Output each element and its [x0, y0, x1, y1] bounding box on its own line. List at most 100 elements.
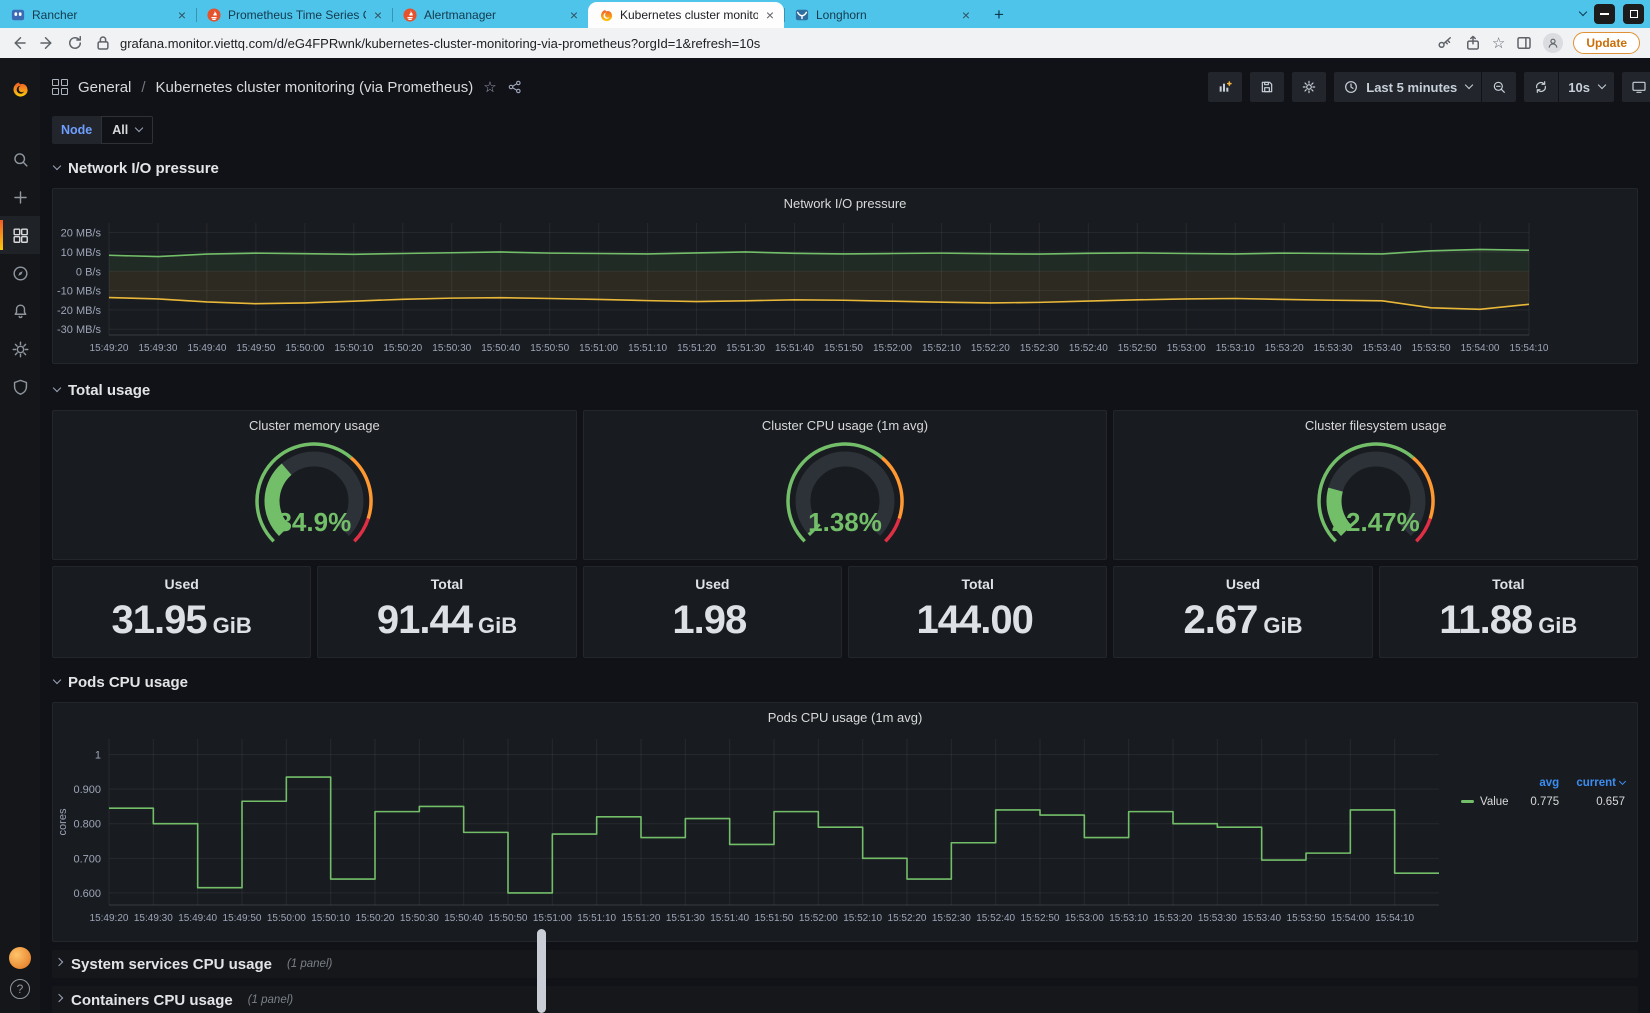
add-panel-button[interactable] — [1208, 72, 1242, 102]
svg-text:15:49:40: 15:49:40 — [187, 343, 226, 354]
browser-profile-avatar[interactable] — [1543, 33, 1563, 53]
template-variables: Node All — [52, 116, 1638, 144]
save-dashboard-button[interactable] — [1250, 72, 1284, 102]
svg-text:15:50:30: 15:50:30 — [400, 913, 439, 924]
legend-current-header[interactable]: current — [1559, 775, 1625, 795]
section-total-usage[interactable]: Total usage — [54, 380, 1638, 400]
new-tab-button[interactable]: + — [986, 2, 1012, 28]
stat-value: 31.95 — [112, 598, 207, 643]
svg-text:15:51:50: 15:51:50 — [755, 913, 794, 924]
dashboard-main: General / Kubernetes cluster monitoring … — [40, 58, 1650, 1013]
refresh-interval-picker[interactable]: 10s — [1559, 72, 1614, 102]
section-system-services-collapsed[interactable]: System services CPU usage (1 panel) — [52, 950, 1638, 978]
favorite-star-icon[interactable]: ☆ — [483, 80, 496, 95]
cluster-memory-gauge-panel[interactable]: Cluster memory usage 34.9% — [52, 410, 577, 560]
bookmark-star-icon[interactable]: ☆ — [1492, 36, 1505, 51]
share-icon[interactable] — [1464, 34, 1482, 52]
tab-title: Kubernetes cluster monitoring (v — [620, 8, 758, 22]
cluster-filesystem-gauge-panel[interactable]: Cluster filesystem usage 22.47% — [1113, 410, 1638, 560]
svg-text:15:52:20: 15:52:20 — [971, 343, 1010, 354]
search-icon[interactable] — [0, 140, 40, 178]
browser-tab-grafana-active[interactable]: Kubernetes cluster monitoring (v × — [588, 2, 784, 28]
svg-text:15:53:20: 15:53:20 — [1154, 913, 1193, 924]
cpu-used-stat[interactable]: Used 1.98 — [583, 566, 842, 658]
grafana-logo-icon[interactable] — [0, 66, 40, 112]
breadcrumb: General / Kubernetes cluster monitoring … — [52, 79, 523, 96]
address-bar[interactable]: grafana.monitor.viettq.com/d/eG4FPRwnk/k… — [94, 34, 1426, 52]
memory-total-stat[interactable]: Total 91.44GiB — [317, 566, 576, 658]
cycle-view-button[interactable] — [1622, 72, 1650, 102]
reload-icon[interactable] — [66, 34, 84, 52]
back-icon[interactable] — [10, 34, 28, 52]
svg-text:15:52:10: 15:52:10 — [922, 343, 961, 354]
tab-close-icon[interactable]: × — [960, 7, 972, 23]
legend-avg-header[interactable]: avg — [1516, 775, 1560, 795]
variable-value-dropdown[interactable]: All — [101, 116, 153, 144]
restore-button[interactable] — [1623, 4, 1644, 24]
time-range-picker[interactable]: Last 5 minutes — [1334, 72, 1481, 102]
memory-used-stat[interactable]: Used 31.95GiB — [52, 566, 311, 658]
password-key-icon[interactable] — [1436, 34, 1454, 52]
user-avatar[interactable] — [9, 947, 31, 969]
svg-text:15:50:10: 15:50:10 — [334, 343, 373, 354]
browser-tab-alertmanager[interactable]: Alertmanager × — [392, 2, 588, 28]
browser-tab-rancher[interactable]: Rancher × — [0, 2, 196, 28]
configuration-gear-icon[interactable] — [0, 330, 40, 368]
svg-text:15:51:10: 15:51:10 — [577, 913, 616, 924]
svg-text:15:53:00: 15:53:00 — [1167, 343, 1206, 354]
padlock-icon — [94, 34, 112, 52]
network-io-panel[interactable]: Network I/O pressure 20 MB/s10 MB/s0 B/s… — [52, 188, 1638, 364]
url-text: grafana.monitor.viettq.com/d/eG4FPRwnk/k… — [120, 36, 760, 51]
section-pods-cpu[interactable]: Pods CPU usage — [54, 672, 1638, 692]
svg-text:15:49:50: 15:49:50 — [223, 913, 262, 924]
admin-shield-icon[interactable] — [0, 368, 40, 406]
svg-text:15:50:50: 15:50:50 — [530, 343, 569, 354]
svg-text:15:51:40: 15:51:40 — [775, 343, 814, 354]
help-icon[interactable]: ? — [10, 979, 30, 999]
svg-text:15:52:50: 15:52:50 — [1021, 913, 1060, 924]
browser-tab-prometheus[interactable]: Prometheus Time Series Collectio × — [196, 2, 392, 28]
side-panel-icon[interactable] — [1515, 34, 1533, 52]
dashboards-icon[interactable] — [0, 216, 40, 254]
stat-value: 2.67 — [1183, 598, 1257, 643]
svg-text:-20 MB/s: -20 MB/s — [57, 305, 102, 317]
breadcrumb-title[interactable]: Kubernetes cluster monitoring (via Prome… — [156, 79, 474, 96]
minimize-button[interactable] — [1594, 4, 1615, 24]
section-title: Total usage — [68, 382, 150, 399]
browser-tab-longhorn[interactable]: Longhorn × — [784, 2, 980, 28]
stat-unit: GiB — [1263, 613, 1302, 639]
rancher-favicon — [10, 7, 26, 23]
tab-close-icon[interactable]: × — [176, 7, 188, 23]
cluster-cpu-gauge-panel[interactable]: Cluster CPU usage (1m avg) 1.38% — [583, 410, 1108, 560]
tab-close-icon[interactable]: × — [764, 7, 776, 23]
network-io-chart: 20 MB/s10 MB/s0 B/s-10 MB/s-20 MB/s-30 M… — [53, 211, 1637, 366]
zoom-out-button[interactable] — [1482, 72, 1516, 102]
tab-search-chevron-icon[interactable] — [1579, 8, 1587, 16]
filesystem-used-stat[interactable]: Used 2.67GiB — [1113, 566, 1372, 658]
stat-label: Total — [1492, 567, 1524, 592]
cpu-total-stat[interactable]: Total 144.00 — [848, 566, 1107, 658]
dashboard-settings-button[interactable] — [1292, 72, 1326, 102]
svg-text:cores: cores — [57, 808, 69, 835]
create-plus-icon[interactable] — [0, 178, 40, 216]
explore-compass-icon[interactable] — [0, 254, 40, 292]
legend-avg-value: 0.775 — [1516, 795, 1560, 809]
alerting-bell-icon[interactable] — [0, 292, 40, 330]
svg-text:15:52:50: 15:52:50 — [1118, 343, 1157, 354]
tab-close-icon[interactable]: × — [568, 7, 580, 23]
breadcrumb-folder[interactable]: General — [78, 79, 131, 96]
alertmanager-favicon — [402, 7, 418, 23]
share-dashboard-icon[interactable] — [507, 79, 523, 95]
dashboard-grid-icon[interactable] — [52, 79, 68, 95]
forward-icon[interactable] — [38, 34, 56, 52]
svg-text:15:53:30: 15:53:30 — [1198, 913, 1237, 924]
legend-series[interactable]: Value — [1451, 795, 1516, 809]
pods-cpu-panel[interactable]: Pods CPU usage (1m avg) 10.9000.8000.700… — [52, 702, 1638, 942]
tab-close-icon[interactable]: × — [372, 7, 384, 23]
refresh-button[interactable] — [1524, 72, 1558, 102]
section-network-io[interactable]: Network I/O pressure — [54, 158, 1638, 178]
section-containers-collapsed[interactable]: Containers CPU usage (1 panel) — [52, 986, 1638, 1013]
chrome-update-button[interactable]: Update — [1573, 32, 1640, 54]
panel-title: Network I/O pressure — [53, 189, 1637, 211]
filesystem-total-stat[interactable]: Total 11.88GiB — [1379, 566, 1638, 658]
